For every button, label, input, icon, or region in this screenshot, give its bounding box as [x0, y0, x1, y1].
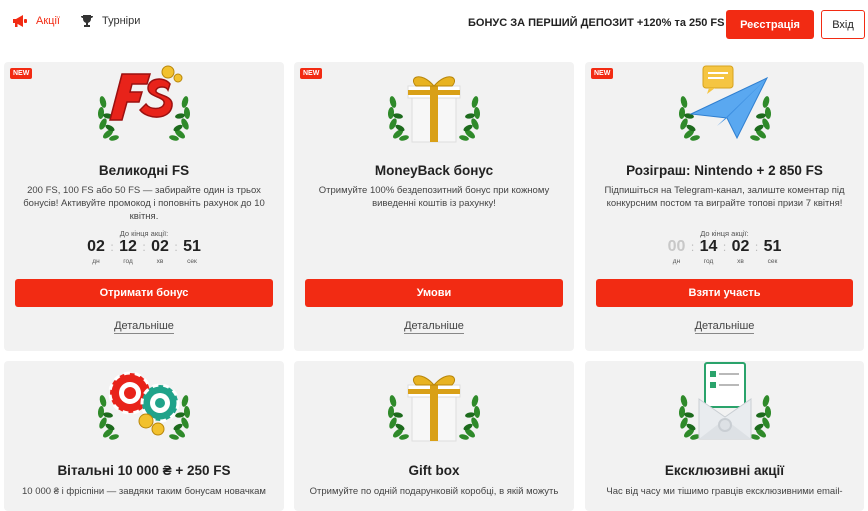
first-deposit-bonus-text[interactable]: БОНУС ЗА ПЕРШИЙ ДЕПОЗИТ +120% та 250 FS [468, 17, 725, 29]
promo-title: Вітальні 10 000 ₴ + 250 FS [57, 463, 231, 478]
timer-days: 02 [87, 238, 105, 255]
timer-minutes: 02 [731, 238, 750, 255]
promo-title: Ексклюзивні акції [664, 463, 785, 478]
casino-chips-image [74, 361, 214, 451]
countdown-timer: 00 дн : 14 год : 02 хв : 51 сек [585, 238, 864, 265]
promo-title: Великодні FS [98, 163, 190, 178]
new-badge: NEW [300, 68, 323, 79]
details-link[interactable]: Детальніше [404, 320, 464, 334]
get-bonus-button[interactable]: Отримати бонус [15, 279, 273, 307]
timer-separator: : [174, 240, 178, 254]
promo-card-moneyback: NEW MoneyBack бонус Отримуйте 100% безде… [294, 62, 574, 351]
register-button[interactable]: Реєстрація [726, 10, 814, 39]
timer-hours: 14 [699, 238, 718, 255]
timer-days-unit: дн [672, 258, 681, 265]
promo-title: Gift box [408, 463, 460, 478]
timer-seconds: 51 [183, 238, 201, 255]
nav-promotions-label: Акції [36, 15, 60, 27]
timer-minutes-unit: хв [156, 258, 164, 265]
promo-description: Отримуйте 100% бездепозитний бонус при к… [318, 185, 550, 209]
participate-button[interactable]: Взяти участь [596, 279, 853, 307]
promo-description: Отримуйте по одній подарунковій коробці,… [309, 486, 559, 497]
gift-box-image [364, 62, 504, 152]
timer-minutes: 02 [151, 238, 169, 255]
details-link[interactable]: Детальніше [694, 320, 755, 334]
promo-card-welcome: Вітальні 10 000 ₴ + 250 FS 10 000 ₴ і фр… [4, 361, 284, 511]
timer-separator: : [754, 240, 759, 254]
nav-tournaments[interactable]: Турніри [80, 14, 140, 28]
promo-description: 10 000 ₴ і фріспіни — завдяки таким бону… [22, 486, 266, 497]
paper-plane-image [655, 62, 795, 152]
timer-separator: : [690, 240, 695, 254]
timer-hours: 12 [119, 238, 137, 255]
countdown-timer: 02 дн : 12 год : 02 хв : 51 сек [4, 238, 284, 265]
promo-card-giveaway: NEW Розіграш: Nintendo + 2 850 FS Підпиш… [585, 62, 864, 351]
trophy-icon [80, 14, 94, 28]
timer-days-unit: дн [92, 258, 100, 265]
timer-seconds-unit: сек [187, 258, 197, 265]
nav-tournaments-label: Турніри [102, 15, 141, 27]
timer-label: До кінця акції: [700, 229, 749, 238]
promo-card-easter-fs: NEW Великодні FS 200 FS, 100 FS або 50 F… [4, 62, 284, 351]
gift-box-image [364, 361, 504, 451]
timer-minutes-unit: хв [737, 258, 744, 265]
details-link[interactable]: Детальніше [114, 320, 174, 334]
top-bar: Акції Турніри БОНУС ЗА ПЕРШИЙ ДЕПОЗИТ +1… [0, 0, 868, 48]
timer-days: 00 [667, 238, 686, 255]
nav-promotions[interactable]: Акції [12, 14, 60, 28]
terms-button[interactable]: Умови [305, 279, 563, 307]
promo-description: 200 FS, 100 FS або 50 FS — забирайте оди… [23, 185, 265, 222]
timer-separator: : [722, 240, 727, 254]
fs-logo-image [74, 62, 214, 152]
new-badge: NEW [10, 68, 33, 79]
login-button[interactable]: Вхід [821, 10, 865, 39]
promo-description: Час від часу ми тішимо гравців ексклюзив… [606, 486, 843, 497]
promo-title: Розіграш: Nintendo + 2 850 FS [626, 163, 823, 178]
timer-hours-unit: год [123, 258, 133, 265]
timer-seconds-unit: сек [767, 258, 778, 265]
timer-label: До кінця акції: [119, 229, 169, 238]
promo-card-exclusive: Ексклюзивні акції Час від часу ми тішимо… [585, 361, 864, 511]
timer-separator: : [110, 240, 114, 254]
promo-title: MoneyBack бонус [374, 163, 494, 178]
timer-hours-unit: год [703, 258, 714, 265]
timer-seconds: 51 [763, 238, 782, 255]
envelope-checklist-image [655, 361, 795, 451]
megaphone-icon [12, 14, 28, 28]
timer-separator: : [142, 240, 146, 254]
new-badge: NEW [591, 68, 614, 79]
promo-card-gift-box: Gift box Отримуйте по одній подарунковій… [294, 361, 574, 511]
promo-description: Підпишіться на Telegram-канал, залиште к… [604, 185, 845, 209]
